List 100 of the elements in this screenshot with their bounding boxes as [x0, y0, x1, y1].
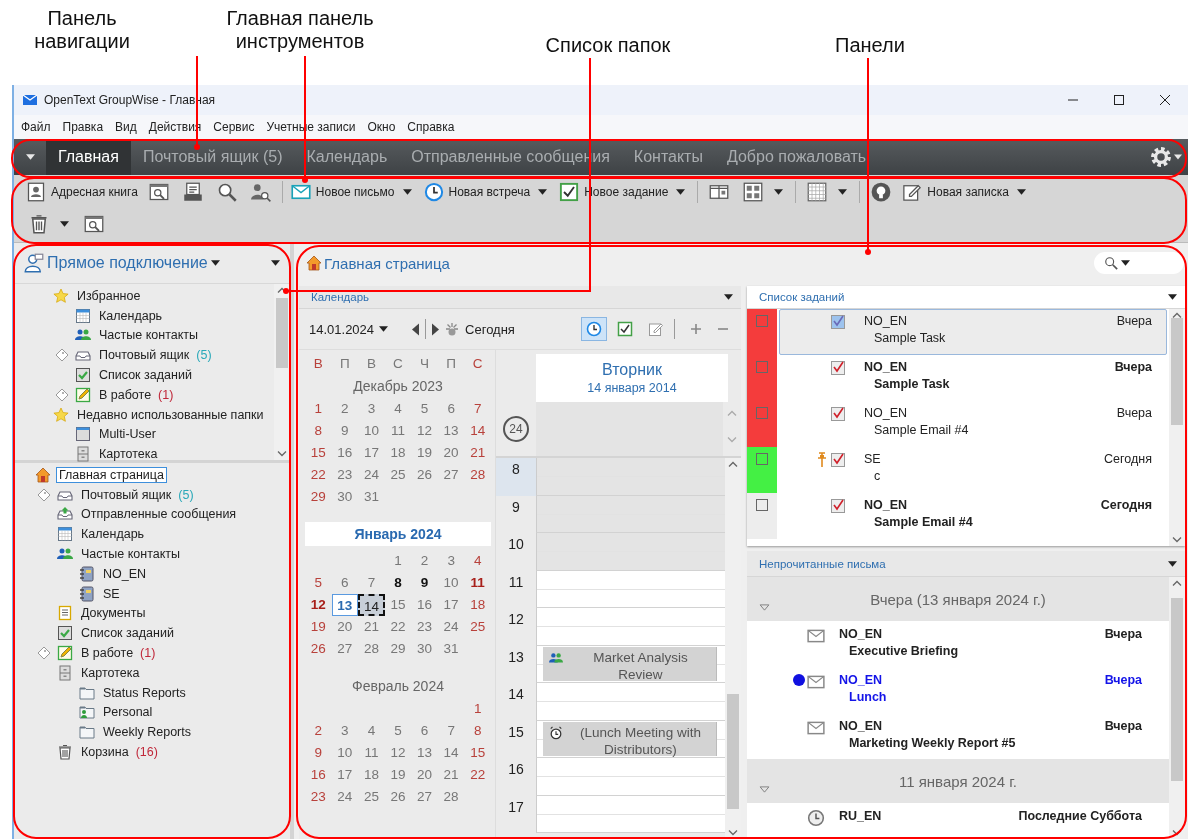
view-button[interactable]: [581, 317, 607, 341]
calendar-day[interactable]: 3: [437, 550, 465, 572]
folder-item[interactable]: В работе: [96, 386, 155, 403]
calendar-day[interactable]: 9: [411, 572, 438, 594]
calendar-day[interactable]: 16: [331, 442, 359, 464]
completed-checkbox[interactable]: [830, 314, 846, 330]
calendar-day[interactable]: 22: [384, 616, 412, 638]
caret-icon[interactable]: [1121, 260, 1130, 266]
folder-item[interactable]: Частые контакты: [96, 327, 201, 344]
next-arrow-icon[interactable]: [431, 322, 440, 336]
calendar-day[interactable]: 18: [358, 764, 385, 786]
folder-item[interactable]: Список заданий: [78, 625, 177, 642]
search-field[interactable]: [1094, 252, 1184, 274]
calendar-day[interactable]: 20: [437, 442, 465, 464]
calendar-day[interactable]: 4: [358, 720, 385, 742]
calendar-day[interactable]: 11: [358, 742, 385, 764]
scroll-up-icon[interactable]: [1172, 580, 1182, 587]
calendar-day[interactable]: 8: [464, 720, 491, 742]
calendar-day[interactable]: 12: [305, 594, 332, 616]
previous-arrow-icon[interactable]: [412, 322, 421, 336]
calendar-day[interactable]: 23: [331, 464, 359, 486]
scrollbar[interactable]: [1169, 309, 1185, 546]
calendar-day[interactable]: 7: [464, 398, 491, 420]
folder-item[interactable]: Status Reports: [100, 684, 189, 701]
calendar-day[interactable]: 21: [464, 442, 491, 464]
calendar-day[interactable]: 30: [331, 486, 359, 508]
calendar-day[interactable]: 27: [411, 786, 438, 808]
caret-icon[interactable]: [676, 189, 686, 195]
calendar-day[interactable]: 12: [411, 420, 438, 442]
calendar-day[interactable]: 26: [411, 464, 438, 486]
caret-icon[interactable]: [1168, 560, 1177, 567]
folder-item[interactable]: Избранное: [74, 287, 144, 304]
calendar-day[interactable]: 1: [464, 698, 491, 720]
calendar-day[interactable]: 25: [464, 616, 491, 638]
folder-item[interactable]: Weekly Reports: [100, 724, 194, 741]
caret-icon[interactable]: [60, 221, 69, 227]
completed-checkbox[interactable]: [830, 360, 846, 376]
folder-item[interactable]: Personal: [100, 704, 156, 721]
calendar-day[interactable]: 17: [437, 594, 465, 616]
toolbar-button[interactable]: Новая встреча: [419, 180, 535, 204]
folder-item[interactable]: Главная страница: [56, 466, 167, 483]
calendar-day[interactable]: 26: [384, 786, 412, 808]
calendar-day[interactable]: 28: [437, 786, 465, 808]
account-selector[interactable]: Прямое подключение: [47, 254, 208, 272]
scroll-up-icon[interactable]: [728, 461, 738, 468]
calendar-day[interactable]: 4: [464, 550, 491, 572]
calendar-day[interactable]: 17: [331, 764, 359, 786]
calendar-day[interactable]: 9: [305, 742, 332, 764]
toolbar-button[interactable]: Новая записка: [898, 180, 1013, 204]
folder-item[interactable]: Почтовый ящик: [78, 486, 175, 503]
nav-tab[interactable]: Добро пожаловать: [714, 139, 879, 175]
calendar-day[interactable]: 31: [437, 638, 465, 660]
folder-item[interactable]: Документы: [78, 605, 149, 622]
scroll-down-icon[interactable]: [1172, 536, 1182, 543]
calendar-day[interactable]: 2: [331, 398, 359, 420]
calendar-day[interactable]: 21: [358, 616, 385, 638]
calendar-day[interactable]: 11: [464, 572, 491, 594]
menu-item[interactable]: Окно: [362, 118, 401, 136]
calendar-day[interactable]: 1: [305, 398, 332, 420]
calendar-day[interactable]: 20: [411, 764, 438, 786]
nav-tab[interactable]: Почтовый ящик (5): [130, 139, 295, 175]
calendar-day[interactable]: 5: [305, 572, 332, 594]
calendar-day[interactable]: 18: [464, 594, 491, 616]
toolbar-button[interactable]: Новое письмо: [286, 180, 399, 204]
scrollbar[interactable]: [274, 284, 290, 460]
caret-icon[interactable]: [838, 189, 848, 195]
calendar-day[interactable]: 7: [437, 720, 465, 742]
calendar-day[interactable]: 3: [358, 398, 385, 420]
calendar-day[interactable]: 9: [331, 420, 359, 442]
calendar-day[interactable]: 26: [305, 638, 332, 660]
calendar-day[interactable]: 30: [411, 638, 438, 660]
calendar-day[interactable]: 14: [358, 594, 385, 616]
scroll-down-icon[interactable]: [728, 829, 738, 836]
calendar-day[interactable]: 14: [437, 742, 465, 764]
caret-icon[interactable]: [25, 154, 35, 160]
calendar-day[interactable]: 6: [411, 720, 438, 742]
calendar-day[interactable]: 24: [358, 464, 385, 486]
calendar-day[interactable]: 2: [411, 550, 438, 572]
checkbox[interactable]: [756, 499, 768, 511]
calendar-day[interactable]: 21: [437, 764, 465, 786]
calendar-day[interactable]: 10: [331, 742, 359, 764]
calendar-day[interactable]: 16: [411, 594, 438, 616]
scroll-down-icon[interactable]: [277, 450, 287, 457]
calendar-day[interactable]: 19: [411, 442, 438, 464]
checkbox[interactable]: [756, 315, 768, 327]
calendar-day[interactable]: 22: [305, 464, 332, 486]
checkbox[interactable]: [756, 361, 768, 373]
folder-item[interactable]: Отправленные сообщения: [78, 506, 240, 523]
calendar-day[interactable]: 22: [464, 764, 491, 786]
calendar-day[interactable]: 31: [358, 486, 385, 508]
calendar-day[interactable]: 13: [437, 420, 465, 442]
calendar-day[interactable]: 27: [331, 638, 359, 660]
caret-icon[interactable]: [774, 189, 784, 195]
caret-icon[interactable]: [210, 260, 220, 266]
menu-item[interactable]: Вид: [110, 118, 142, 136]
calendar-day[interactable]: 1: [384, 550, 412, 572]
task-row[interactable]: SE Сегодня c: [779, 447, 1167, 493]
menu-item[interactable]: Справка: [402, 118, 460, 136]
scroll-thumb[interactable]: [1171, 597, 1183, 782]
calendar-day[interactable]: 14: [464, 420, 491, 442]
